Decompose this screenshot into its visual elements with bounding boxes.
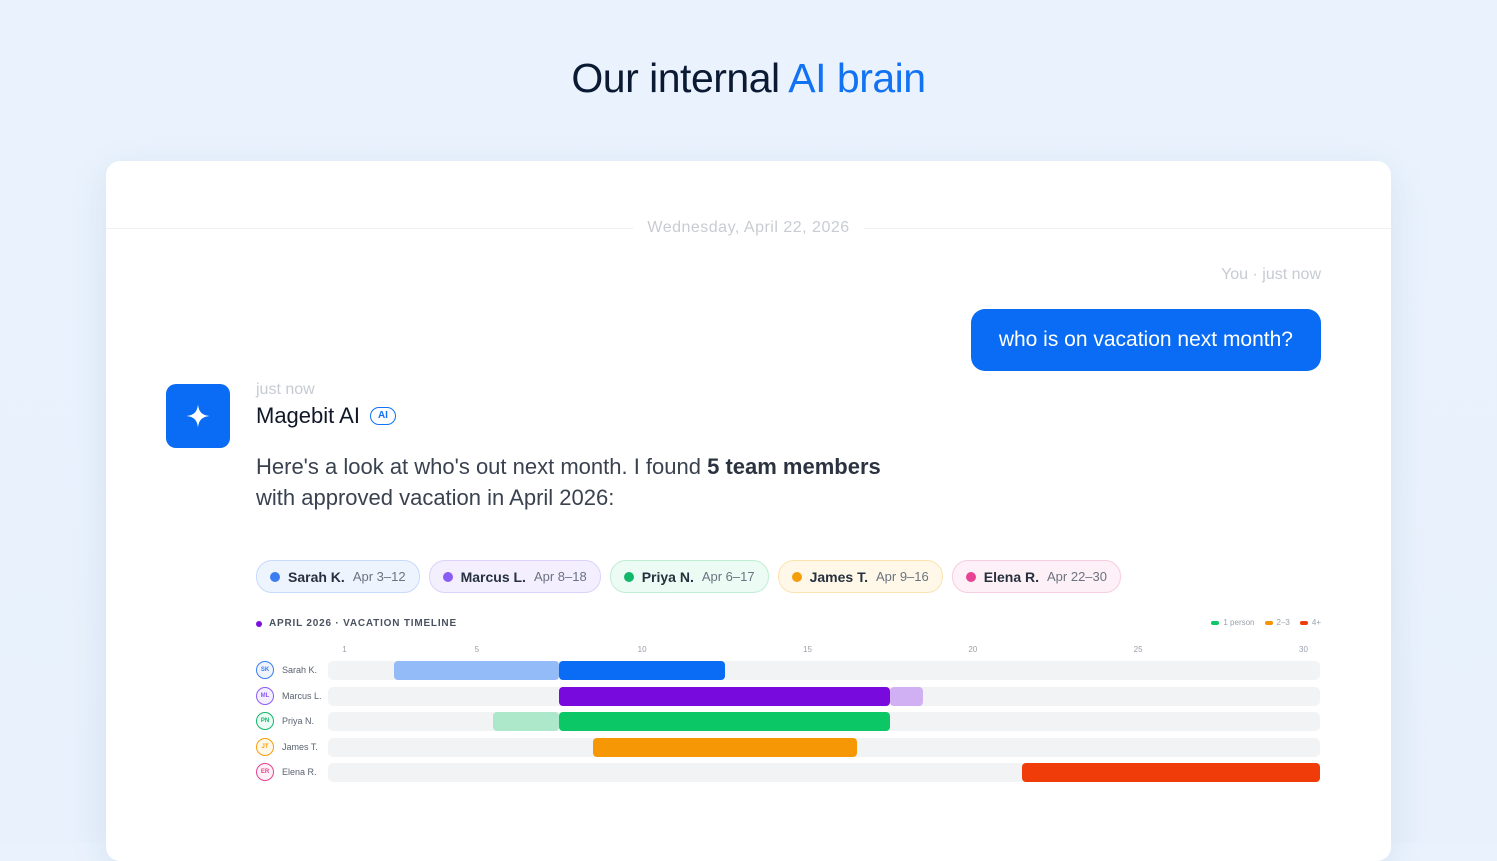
person-chip-dates: Apr 6–17	[701, 569, 755, 584]
ai-avatar	[166, 384, 230, 448]
person-chip-name: Marcus L.	[460, 568, 526, 585]
legend-swatch	[1299, 620, 1308, 625]
axis-tick-label: 1	[342, 645, 347, 654]
chat-panel: Wednesday, April 22, 2026 You · just now…	[106, 161, 1392, 861]
legend-item: 1 person	[1211, 618, 1255, 627]
axis-tick-label: 5	[474, 645, 480, 654]
user-message-text: who is on vacation next month?	[998, 328, 1293, 351]
ai-message-time: just now	[256, 381, 315, 398]
ai-message-part2: with approved vacation in April 2026:	[256, 485, 615, 510]
hero-title-accent: AI brain	[788, 55, 926, 101]
timeline-track	[328, 686, 1320, 706]
legend-label: 2–3	[1276, 618, 1290, 627]
ai-badge: AI	[369, 407, 396, 425]
timeline-row-name: Sarah K.	[282, 665, 318, 675]
sparkle-icon	[186, 404, 210, 428]
timeline-row: PN Priya N.	[256, 712, 1320, 732]
person-chip-name: James T.	[809, 568, 868, 585]
person-color-dot	[791, 571, 802, 582]
legend-swatch	[1264, 620, 1273, 625]
axis-tick-label: 25	[1133, 645, 1143, 654]
person-chip[interactable]: Marcus L. Apr 8–18	[428, 560, 601, 593]
ai-message-part1: Here's a look at who's out next month. I…	[256, 454, 701, 479]
person-chip[interactable]: Priya N. Apr 6–17	[609, 560, 769, 593]
axis-tick-label: 30	[1299, 645, 1308, 654]
vacation-bar[interactable]	[592, 737, 858, 757]
ai-sender: Magebit AI AI	[256, 403, 396, 429]
timeline-dot	[256, 620, 262, 627]
legend-item: 2–3	[1264, 618, 1290, 627]
ai-sender-name: Magebit AI	[256, 403, 360, 428]
person-color-dot	[965, 571, 976, 582]
timeline-header: APRIL 2026 · VACATION TIMELINE	[256, 618, 457, 629]
person-chip-name: Sarah K.	[288, 568, 345, 585]
vacation-bar[interactable]	[559, 712, 891, 731]
legend-item: 4+	[1299, 618, 1321, 627]
timeline-row: JT James T.	[256, 737, 1320, 758]
legend-label: 1 person	[1223, 618, 1255, 627]
person-chip-dates: Apr 8–18	[533, 569, 587, 584]
vacation-bar[interactable]	[559, 661, 725, 680]
timeline-track	[328, 661, 1320, 680]
timeline-axis: 1 5 10 15 20 25 30	[328, 645, 1320, 657]
vacation-bar[interactable]	[493, 712, 560, 731]
vacation-bar[interactable]	[559, 686, 891, 706]
date-label: Wednesday, April 22, 2026	[647, 219, 850, 236]
timeline-track	[328, 763, 1320, 782]
person-chip-name: Elena R.	[983, 568, 1039, 585]
person-color-dot	[442, 571, 453, 582]
vacation-bar[interactable]	[394, 661, 560, 680]
timeline-legend: 1 person 2–3 4+	[1211, 618, 1321, 627]
hero-title: Our internal AI brain	[0, 55, 1497, 102]
vacation-bar[interactable]	[1022, 763, 1320, 782]
timeline-row-name: Priya N.	[282, 716, 315, 726]
person-chip[interactable]: Sarah K. Apr 3–12	[256, 560, 420, 593]
divider	[863, 227, 1392, 229]
person-chip-dates: Apr 9–16	[875, 569, 929, 584]
person-avatar: ML	[256, 686, 274, 705]
axis-tick-label: 15	[803, 645, 812, 654]
timeline-row-name: Marcus L.	[282, 690, 322, 701]
ai-message-highlight: 5 team members	[707, 454, 881, 479]
person-color-dot	[270, 571, 280, 582]
person-avatar: JT	[256, 737, 274, 756]
timeline-track	[328, 712, 1320, 731]
timeline-row-name: Elena R.	[282, 767, 317, 777]
timeline-row: ML Marcus L.	[256, 686, 1320, 707]
timeline-row: ER Elena R.	[256, 763, 1320, 783]
legend-swatch	[1211, 620, 1220, 625]
person-avatar: PN	[256, 712, 274, 730]
person-chips: Sarah K. Apr 3–12 Marcus L. Apr 8–18 Priya N…	[256, 560, 1121, 593]
timeline-track	[328, 737, 1320, 757]
person-color-dot	[623, 571, 634, 582]
user-message-bubble: who is on vacation next month?	[970, 309, 1321, 371]
user-message-meta: You · just now	[1221, 266, 1321, 283]
divider	[106, 227, 634, 229]
person-chip[interactable]: James T. Apr 9–16	[777, 560, 943, 593]
ai-message-text: Here's a look at who's out next month. I…	[256, 451, 956, 513]
person-chip-dates: Apr 22–30	[1047, 569, 1107, 584]
person-avatar: SK	[256, 661, 274, 679]
timeline-row: SK Sarah K.	[256, 661, 1320, 681]
vacation-bar[interactable]	[890, 686, 924, 706]
date-separator: Wednesday, April 22, 2026	[106, 218, 1392, 238]
timeline-title: APRIL 2026 · VACATION TIMELINE	[269, 618, 457, 629]
legend-label: 4+	[1311, 618, 1321, 627]
timeline-row-name: James T.	[282, 741, 318, 752]
person-chip-name: Priya N.	[641, 568, 694, 585]
person-avatar: ER	[256, 763, 274, 781]
person-chip[interactable]: Elena R. Apr 22–30	[951, 560, 1121, 593]
hero-title-prefix: Our internal	[571, 55, 780, 101]
axis-tick-label: 10	[637, 645, 647, 654]
axis-tick-label: 20	[968, 645, 978, 654]
person-chip-dates: Apr 3–12	[352, 569, 406, 584]
